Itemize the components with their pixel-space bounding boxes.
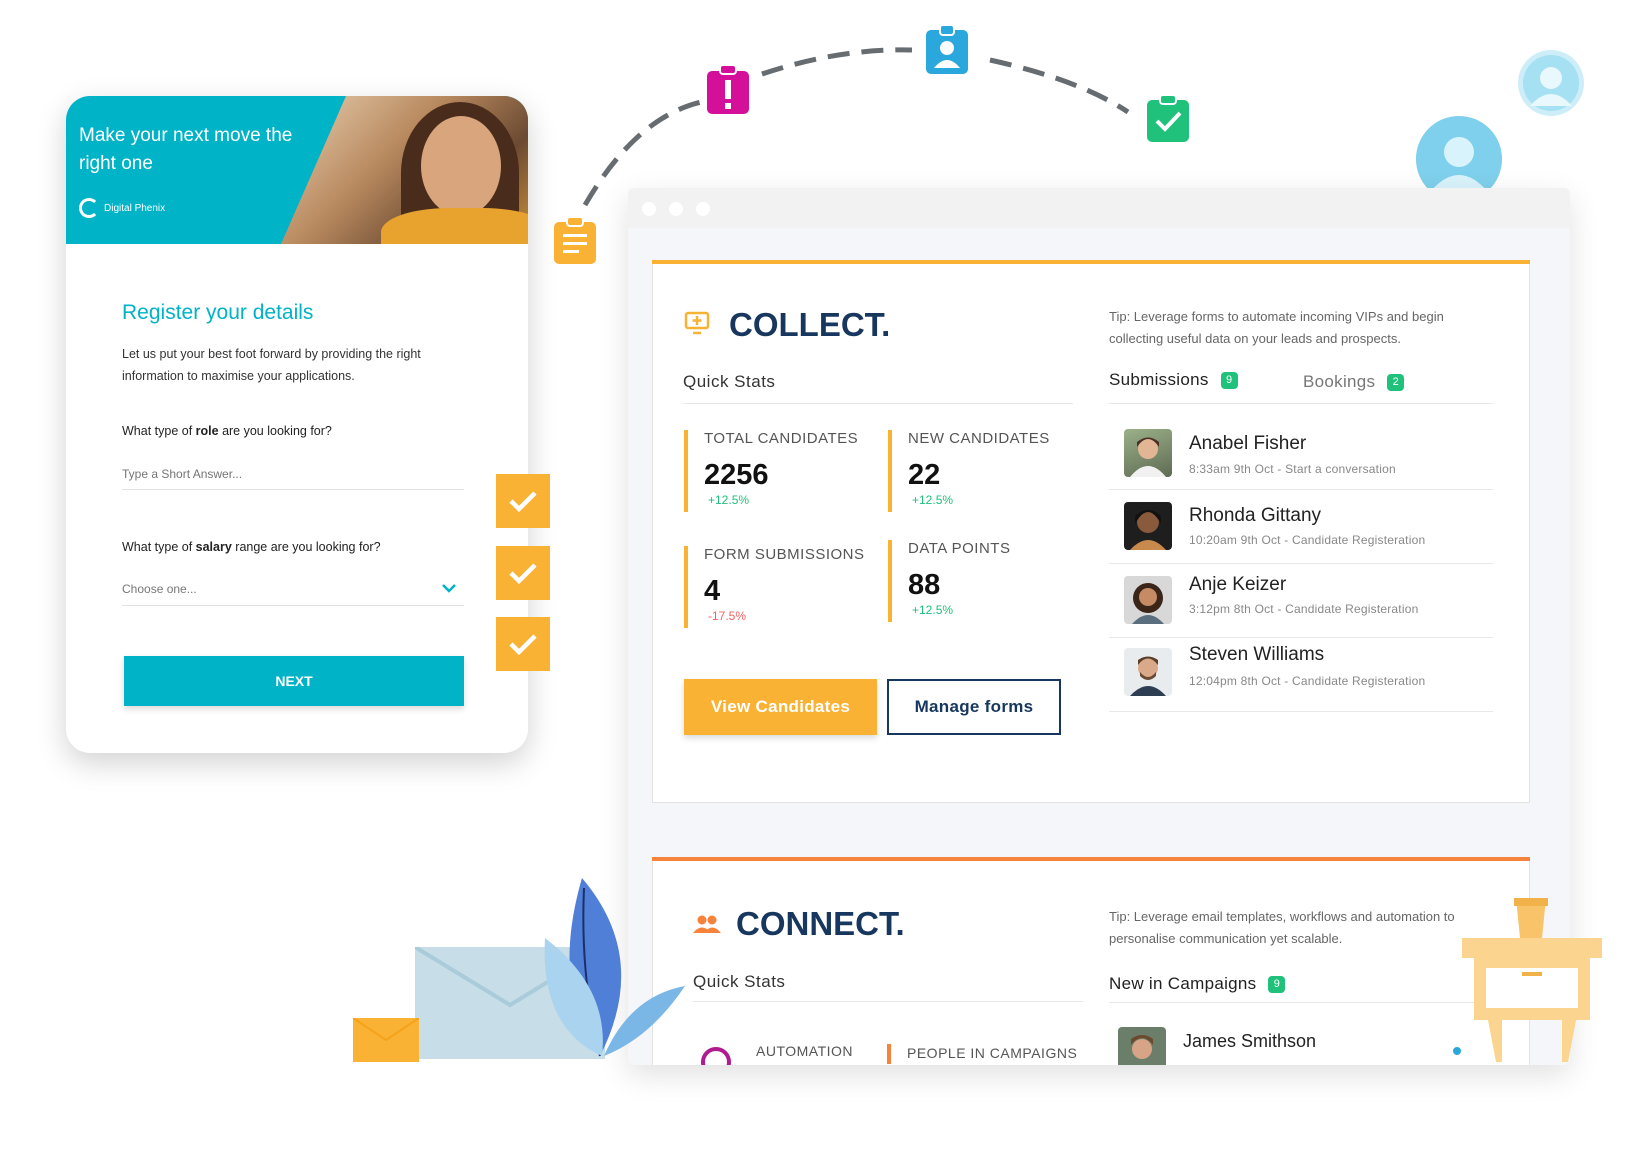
avatar	[1124, 502, 1172, 550]
list-item[interactable]: Steven Williams 12:04pm 8th Oct - Candid…	[1109, 638, 1493, 712]
checkmark-icon	[496, 617, 550, 671]
status-dot	[1453, 1047, 1461, 1055]
next-button[interactable]: NEXT	[124, 656, 464, 706]
quick-stats-label: Quick Stats	[683, 372, 776, 391]
tab-bookings[interactable]: Bookings 2	[1303, 372, 1405, 392]
collect-tip: Tip: Leverage forms to automate incoming…	[1109, 309, 1444, 346]
count-badge: 9	[1268, 975, 1286, 993]
stat-bar	[887, 1044, 891, 1064]
divider	[1109, 1002, 1493, 1003]
connect-panel: CONNECT. Tip: Leverage email templates, …	[652, 857, 1530, 1065]
salary-selected-value: Choose one...	[122, 581, 197, 596]
checkmark-icon	[496, 546, 550, 600]
window-dot	[642, 202, 656, 216]
hero-banner: Make your next move the right one Digita…	[66, 96, 528, 244]
avatar	[1118, 1027, 1166, 1065]
salary-select[interactable]: Choose one...	[122, 572, 464, 606]
clipboard-list-icon	[552, 216, 598, 266]
tab-new-in-campaigns[interactable]: New in Campaigns 9	[1109, 974, 1286, 994]
role-question: What type of role are you looking for?	[122, 424, 332, 438]
list-item[interactable]: Rhonda Gittany 10:20am 9th Oct - Candida…	[1109, 490, 1493, 564]
manage-forms-button[interactable]: Manage forms	[887, 679, 1061, 735]
collect-panel: COLLECT. Tip: Leverage forms to automate…	[652, 260, 1530, 803]
stat-total-candidates: TOTAL CANDIDATES 2256 +12.5%	[684, 430, 858, 512]
role-input[interactable]	[122, 458, 464, 490]
salary-question: What type of salary range are you lookin…	[122, 540, 381, 554]
connect-tip: Tip: Leverage email templates, workflows…	[1109, 909, 1455, 946]
stat-automation-label: AUTOMATION	[756, 1043, 854, 1059]
avatar	[1124, 648, 1172, 696]
window-title-bar	[628, 188, 1570, 228]
check-clipboard-icon	[1145, 94, 1191, 144]
hero-title: Make your next move the right one	[79, 125, 293, 174]
envelope-icon	[352, 1017, 420, 1062]
divider	[693, 1001, 1083, 1002]
alert-clipboard-icon	[705, 64, 751, 116]
register-card: Make your next move the right one Digita…	[66, 96, 528, 753]
quick-stats-label: Quick Stats	[693, 972, 786, 991]
avatar	[1124, 576, 1172, 624]
monitor-plus-icon	[684, 311, 710, 340]
dashboard-window: COLLECT. Tip: Leverage forms to automate…	[628, 188, 1570, 1065]
chevron-down-icon	[442, 582, 456, 596]
stat-data-points: DATA POINTS 88 +12.5%	[888, 540, 1010, 622]
view-candidates-button[interactable]: View Candidates	[684, 679, 877, 735]
people-icon	[693, 914, 721, 939]
divider	[683, 403, 1073, 404]
stat-new-candidates: NEW CANDIDATES 22 +12.5%	[888, 430, 1050, 512]
collect-title: COLLECT.	[729, 306, 891, 343]
list-item[interactable]: Anje Keizer 3:12pm 8th Oct - Candidate R…	[1109, 564, 1493, 638]
brand-logo-icon	[79, 198, 99, 218]
stat-people-label: PEOPLE IN CAMPAIGNS	[907, 1045, 1078, 1061]
window-dot	[669, 202, 683, 216]
window-dot	[696, 202, 710, 216]
register-title: Register your details	[122, 301, 314, 324]
panel-accent	[652, 260, 1530, 264]
panel-accent	[652, 857, 1530, 861]
leaf-plant-icon	[540, 878, 690, 1058]
register-description: Let us put your best foot forward by pro…	[122, 347, 421, 383]
automation-ring	[701, 1047, 731, 1065]
tab-submissions[interactable]: Submissions 9	[1109, 370, 1238, 390]
brand-logo: Digital Phenix	[79, 198, 165, 218]
contact-name: James Smithson	[1183, 1031, 1317, 1051]
contact-badge-icon	[924, 24, 970, 76]
user-avatar-icon	[1518, 50, 1584, 116]
avatar	[1124, 429, 1172, 477]
side-table-icon	[1462, 898, 1602, 1062]
list-item[interactable]: Anabel Fisher 8:33am 9th Oct - Start a c…	[1109, 416, 1493, 490]
checkmark-icon	[496, 474, 550, 528]
connect-title: CONNECT.	[736, 905, 905, 942]
stat-form-submissions: FORM SUBMISSIONS 4 -17.5%	[684, 546, 865, 628]
divider	[1109, 403, 1493, 404]
hero-photo	[281, 96, 528, 244]
count-badge: 2	[1387, 373, 1405, 391]
count-badge: 9	[1220, 371, 1238, 389]
